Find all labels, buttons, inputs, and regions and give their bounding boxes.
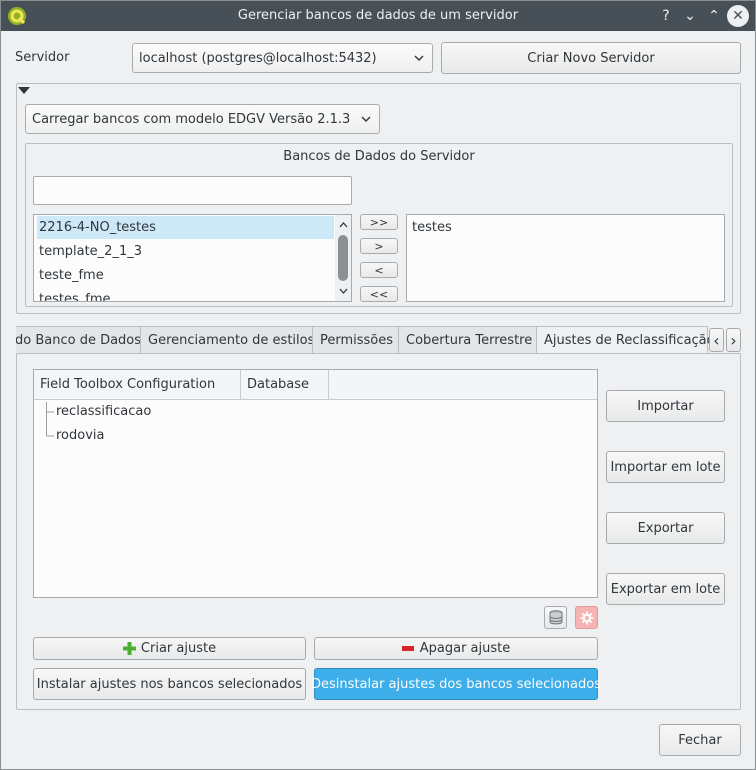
- collapse-triangle-icon[interactable]: [18, 87, 30, 95]
- close-button[interactable]: Fechar: [659, 724, 741, 756]
- list-item[interactable]: 2216-4-NO_testes: [37, 216, 334, 239]
- tab-land-cover[interactable]: Cobertura Terrestre: [398, 326, 537, 354]
- help-button[interactable]: ?: [655, 5, 677, 27]
- tab-style-management[interactable]: Gerenciamento de estilos: [140, 326, 314, 354]
- minus-icon: [401, 646, 414, 651]
- database-filter-input[interactable]: [33, 176, 352, 205]
- database-tool-button[interactable]: [544, 606, 567, 629]
- tab-bar: do Banco de Dados Gerenciamento de estil…: [16, 326, 742, 354]
- create-setting-button[interactable]: Criar ajuste: [33, 637, 306, 660]
- move-all-left-button[interactable]: <<: [360, 286, 398, 302]
- move-right-button[interactable]: >: [360, 238, 398, 254]
- tree-item[interactable]: rodovia: [56, 428, 105, 443]
- list-item[interactable]: template_2_1_3: [37, 240, 142, 263]
- template-combo[interactable]: Carregar bancos com modelo EDGV Versão 2…: [25, 104, 380, 134]
- gear-icon: [580, 611, 593, 624]
- delete-setting-label: Apagar ajuste: [419, 641, 511, 656]
- server-databases-title: Bancos de Dados do Servidor: [283, 149, 475, 164]
- create-server-button[interactable]: Criar Novo Servidor: [441, 42, 741, 74]
- database-icon: [549, 610, 562, 625]
- tab-database-management[interactable]: do Banco de Dados: [16, 326, 141, 354]
- server-combo-value: localhost (postgres@localhost:5432): [139, 50, 377, 66]
- column-header-filler: [329, 370, 597, 400]
- export-batch-button[interactable]: Exportar em lote: [606, 573, 725, 605]
- tree-item[interactable]: reclassificacao: [56, 404, 151, 419]
- move-all-right-button[interactable]: >>: [360, 214, 398, 230]
- window-title: Gerenciar bancos de dados de um servidor: [237, 8, 519, 23]
- column-header-config[interactable]: Field Toolbox Configuration: [34, 370, 241, 400]
- server-combo[interactable]: localhost (postgres@localhost:5432): [132, 43, 433, 73]
- list-scrollbar[interactable]: [335, 215, 351, 301]
- scrollbar-thumb[interactable]: [338, 235, 348, 281]
- close-window-button[interactable]: ✕: [727, 5, 749, 27]
- chevron-down-icon: [414, 55, 424, 61]
- tab-scroll-left-button[interactable]: ‹: [709, 328, 724, 352]
- install-settings-button[interactable]: Instalar ajustes nos bancos selecionados: [33, 668, 306, 700]
- list-item[interactable]: testes: [410, 216, 452, 239]
- import-button[interactable]: Importar: [606, 390, 725, 422]
- server-label: Servidor: [15, 50, 70, 65]
- import-batch-button[interactable]: Importar em lote: [606, 451, 725, 483]
- list-item[interactable]: testes_fme: [37, 288, 110, 301]
- template-combo-value: Carregar bancos com modelo EDGV Versão 2…: [32, 111, 351, 127]
- maximize-button[interactable]: ⌃: [703, 5, 725, 27]
- available-databases-list[interactable]: 2216-4-NO_testes template_2_1_3 teste_fm…: [33, 214, 352, 302]
- delete-setting-button[interactable]: Apagar ajuste: [314, 637, 598, 660]
- reclassification-tree[interactable]: Field Toolbox Configuration Database rec…: [33, 369, 598, 598]
- create-setting-label: Criar ajuste: [140, 641, 217, 656]
- list-item[interactable]: teste_fme: [37, 264, 104, 287]
- selected-databases-list[interactable]: testes: [406, 214, 725, 302]
- minimize-button[interactable]: ⌄: [679, 5, 701, 27]
- uninstall-settings-button[interactable]: Desinstalar ajustes dos bancos seleciona…: [311, 668, 601, 700]
- export-button[interactable]: Exportar: [606, 512, 725, 544]
- scroll-down-icon[interactable]: [339, 288, 348, 294]
- tab-permissions[interactable]: Permissões: [312, 326, 399, 354]
- move-left-button[interactable]: <: [360, 262, 398, 278]
- dialog-window: Gerenciar bancos de dados de um servidor…: [0, 0, 756, 770]
- column-header-database[interactable]: Database: [241, 370, 329, 400]
- plus-icon: [122, 642, 136, 655]
- settings-tool-button[interactable]: [575, 606, 598, 629]
- tree-branch-lines: [46, 402, 54, 437]
- tab-scroll-right-button[interactable]: ›: [726, 328, 741, 352]
- title-bar[interactable]: Gerenciar bancos de dados de um servidor…: [1, 1, 755, 31]
- chevron-down-icon: [361, 116, 371, 122]
- tab-reclassification-settings[interactable]: Ajustes de Reclassificação: [536, 326, 715, 354]
- scroll-up-icon[interactable]: [339, 222, 348, 228]
